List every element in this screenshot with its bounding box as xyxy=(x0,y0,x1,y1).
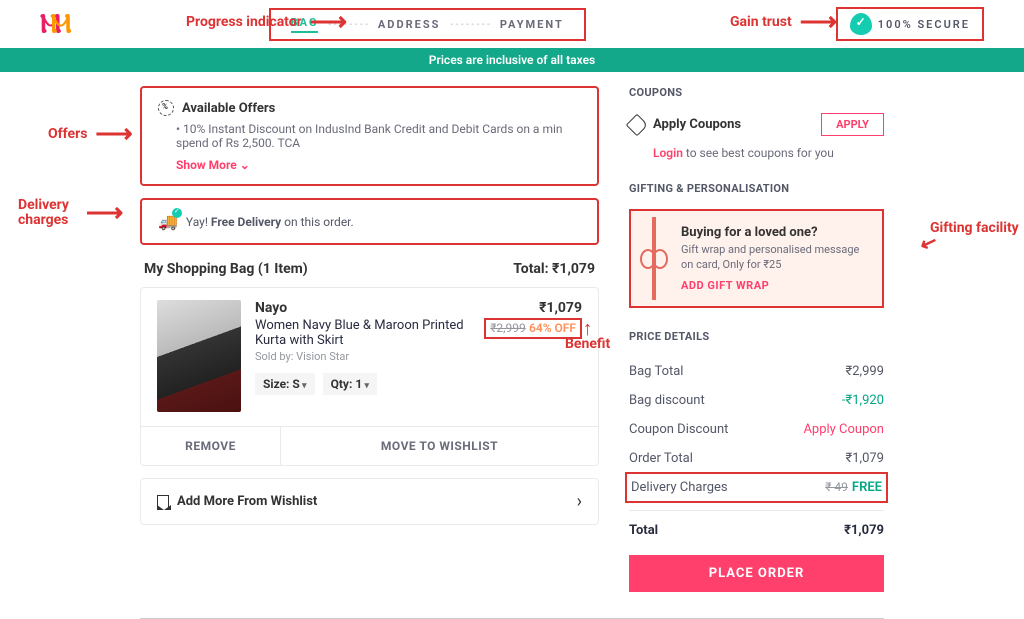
offer-icon xyxy=(158,100,174,116)
add-from-wishlist[interactable]: Add More From Wishlist › xyxy=(140,478,599,525)
apply-coupons-label: Apply Coupons xyxy=(653,117,741,132)
chevron-down-icon: ⌄ xyxy=(240,158,250,172)
main: Available Offers • 10% Instant Discount … xyxy=(0,72,1024,612)
gift-card: Buying for a loved one? Gift wrap and pe… xyxy=(629,209,884,308)
step-payment[interactable]: PAYMENT xyxy=(500,18,564,31)
qty-selector[interactable]: Qty: 1 xyxy=(323,373,377,395)
product-seller: Sold by: Vision Star xyxy=(255,350,470,363)
offers-line: • 10% Instant Discount on IndusInd Bank … xyxy=(176,122,581,150)
product-image[interactable] xyxy=(157,300,241,412)
gift-desc: Gift wrap and personalised message on ca… xyxy=(681,242,868,273)
secure-badge: 100% SECURE xyxy=(836,7,984,41)
row-total: Total₹1,079 xyxy=(629,510,884,545)
price-mrp: ₹2,999 xyxy=(490,321,526,335)
row-order-total: Order Total₹1,079 xyxy=(629,444,884,473)
size-selector[interactable]: Size: S xyxy=(255,373,315,395)
place-order-button[interactable]: PLACE ORDER xyxy=(629,555,884,592)
cart-item: Nayo Women Navy Blue & Maroon Printed Ku… xyxy=(140,287,599,466)
product-brand: Nayo xyxy=(255,300,470,316)
offers-card: Available Offers • 10% Instant Discount … xyxy=(140,86,599,186)
offers-heading: Available Offers xyxy=(182,101,275,116)
bow-icon xyxy=(640,249,668,267)
add-gift-wrap[interactable]: ADD GIFT WRAP xyxy=(681,279,868,292)
checkout-steps: BAG - - - - - - - - ADDRESS - - - - - - … xyxy=(269,8,586,41)
price-off: 64% OFF xyxy=(529,321,576,335)
step-bag[interactable]: BAG xyxy=(291,16,319,33)
bookmark-icon xyxy=(157,495,169,509)
tag-icon xyxy=(626,113,649,136)
truck-icon: 🚚 xyxy=(158,212,178,231)
tax-banner: Prices are inclusive of all taxes xyxy=(0,48,1024,72)
product-name[interactable]: Women Navy Blue & Maroon Printed Kurta w… xyxy=(255,318,470,348)
gifting-heading: GIFTING & PERSONALISATION xyxy=(629,182,884,195)
right-column: COUPONS Apply Coupons APPLY Login to see… xyxy=(629,86,884,592)
gift-title: Buying for a loved one? xyxy=(681,225,868,240)
bag-total: Total: ₹1,079 xyxy=(513,261,595,277)
step-address[interactable]: ADDRESS xyxy=(378,18,440,31)
row-delivery: Delivery Charges₹ 49FREE xyxy=(625,472,888,503)
show-more-offers[interactable]: Show More ⌄ xyxy=(176,158,581,172)
item-price: ₹1,079 ₹2,999 64% OFF xyxy=(484,300,582,412)
shield-icon xyxy=(850,13,872,35)
login-link[interactable]: Login xyxy=(653,146,683,160)
logo[interactable]: ⲘⲘ xyxy=(40,9,69,40)
move-to-wishlist-button[interactable]: MOVE TO WISHLIST xyxy=(281,427,598,465)
header: ⲘⲘ BAG - - - - - - - - ADDRESS - - - - -… xyxy=(0,0,1024,48)
price-details-heading: PRICE DETAILS xyxy=(629,330,884,343)
remove-button[interactable]: REMOVE xyxy=(141,427,281,465)
apply-coupon-button[interactable]: APPLY xyxy=(821,113,884,136)
free-delivery-card: 🚚 Yay! Free Delivery on this order. xyxy=(140,198,599,245)
bag-title: My Shopping Bag (1 Item) xyxy=(144,261,308,277)
row-coupon-discount: Coupon DiscountApply Coupon xyxy=(629,415,884,444)
row-bag-total: Bag Total₹2,999 xyxy=(629,357,884,386)
apply-coupon-link[interactable]: Apply Coupon xyxy=(803,422,884,437)
left-column: Available Offers • 10% Instant Discount … xyxy=(140,86,599,592)
price-current: ₹1,079 xyxy=(484,300,582,316)
chevron-right-icon: › xyxy=(577,491,582,512)
coupons-heading: COUPONS xyxy=(629,86,884,99)
secure-label: 100% SECURE xyxy=(878,18,970,31)
coupon-hint: Login to see best coupons for you xyxy=(653,146,884,160)
bag-header: My Shopping Bag (1 Item) Total: ₹1,079 xyxy=(140,261,599,277)
row-bag-discount: Bag discount-₹1,920 xyxy=(629,386,884,415)
